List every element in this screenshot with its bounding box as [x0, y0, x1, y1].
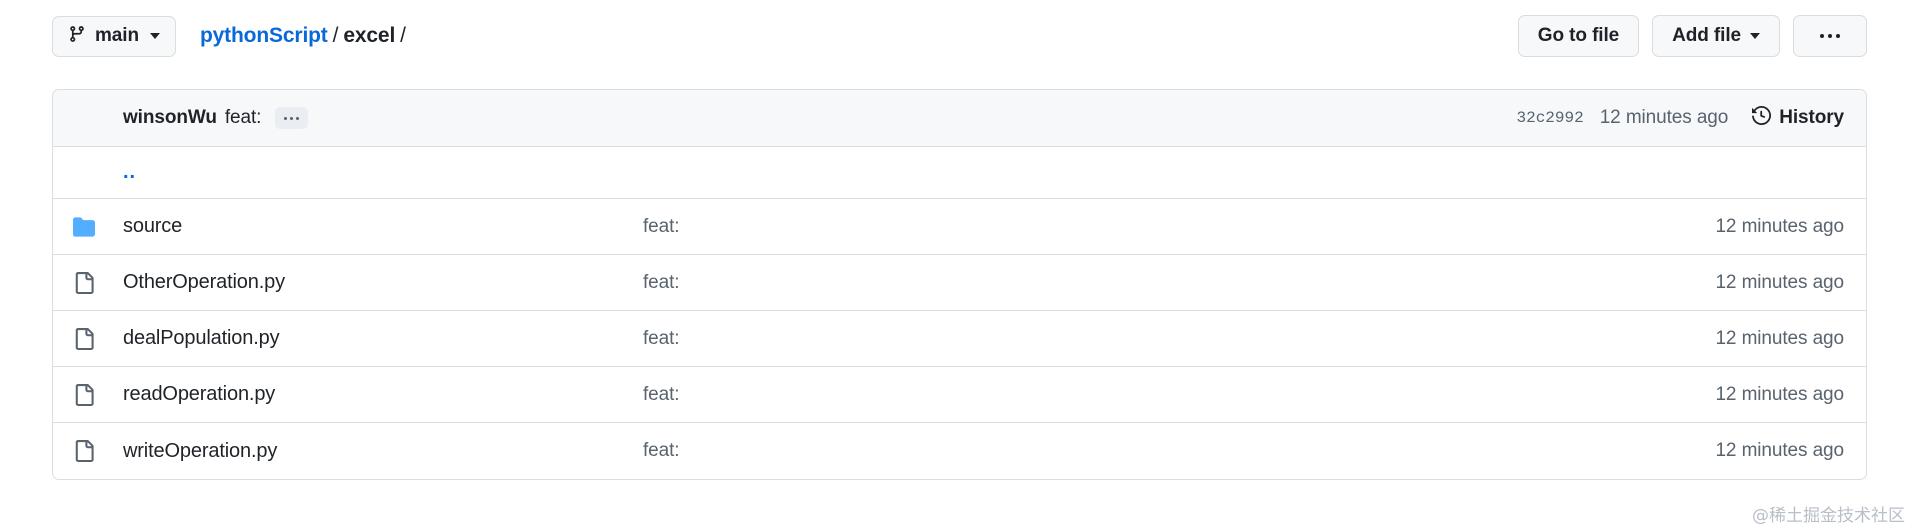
file-name[interactable]: OtherOperation.py	[123, 271, 643, 294]
file-commit-message[interactable]: feat:	[643, 216, 1584, 238]
file-icon	[53, 383, 123, 406]
file-commit-message[interactable]: feat:	[643, 440, 1584, 462]
file-timestamp: 12 minutes ago	[1715, 383, 1844, 405]
breadcrumb-separator-2: /	[400, 24, 406, 47]
chevron-down-icon	[149, 33, 160, 39]
commit-timestamp: 12 minutes ago	[1599, 107, 1729, 128]
commit-meta: 32c2992 12 minutes ago History	[1516, 105, 1844, 131]
add-file-button[interactable]: Add file	[1652, 15, 1780, 57]
file-icon	[53, 327, 123, 350]
file-name[interactable]: dealPopulation.py	[123, 327, 643, 350]
latest-commit-header: winsonWu feat: 32c2992 12 minutes ago Hi…	[53, 90, 1866, 147]
commit-sha[interactable]: 32c2992	[1516, 109, 1583, 127]
breadcrumb-separator-1: /	[332, 24, 339, 47]
file-rows: source feat: 12 minutes ago OtherOperati…	[53, 199, 1866, 479]
breadcrumb-repo-link[interactable]: pythonScript	[200, 24, 328, 47]
clock-history-icon	[1752, 105, 1772, 131]
expand-commit-message-button[interactable]	[275, 107, 309, 129]
file-timestamp: 12 minutes ago	[1715, 215, 1844, 237]
table-row[interactable]: writeOperation.py feat: 12 minutes ago	[53, 423, 1866, 479]
table-row[interactable]: readOperation.py feat: 12 minutes ago	[53, 367, 1866, 423]
parent-cell: ..	[53, 161, 136, 184]
file-timestamp: 12 minutes ago	[1715, 271, 1844, 293]
breadcrumb: pythonScript / excel /	[200, 24, 411, 48]
more-options-button[interactable]	[1793, 15, 1867, 57]
file-commit-message[interactable]: feat:	[643, 328, 1584, 350]
kebab-horizontal-icon	[1820, 34, 1840, 38]
watermark: @稀土掘金技术社区	[1752, 506, 1905, 526]
file-commit-message[interactable]: feat:	[643, 272, 1584, 294]
table-row[interactable]: source feat: 12 minutes ago	[53, 199, 1866, 255]
file-icon	[53, 271, 123, 294]
chevron-down-icon	[1750, 33, 1760, 39]
file-timestamp: 12 minutes ago	[1715, 440, 1844, 461]
branch-selector[interactable]: main	[52, 15, 176, 57]
table-row[interactable]: OtherOperation.py feat: 12 minutes ago	[53, 255, 1866, 311]
table-row[interactable]: dealPopulation.py feat: 12 minutes ago	[53, 311, 1866, 367]
branch-name: main	[95, 25, 139, 46]
repo-toolbar: main pythonScript / excel / Go to file Add …	[0, 0, 1919, 72]
parent-directory-row[interactable]: ..	[53, 147, 1866, 199]
file-commit-message[interactable]: feat:	[643, 384, 1584, 406]
git-branch-icon	[68, 25, 86, 48]
add-file-label: Add file	[1672, 25, 1741, 46]
folder-icon	[53, 216, 123, 238]
parent-directory-link[interactable]: ..	[123, 161, 136, 184]
history-label: History	[1779, 107, 1844, 128]
file-icon	[53, 440, 123, 462]
file-table-card: winsonWu feat: 32c2992 12 minutes ago Hi…	[52, 89, 1867, 480]
go-to-file-label: Go to file	[1537, 25, 1620, 46]
commit-message[interactable]: feat:	[225, 107, 262, 129]
file-name[interactable]: readOperation.py	[123, 383, 643, 406]
file-timestamp: 12 minutes ago	[1715, 327, 1844, 349]
commit-author[interactable]: winsonWu	[123, 107, 217, 129]
file-name[interactable]: writeOperation.py	[123, 440, 643, 463]
file-name[interactable]: source	[123, 215, 643, 238]
history-link[interactable]: History	[1752, 105, 1844, 131]
go-to-file-button[interactable]: Go to file	[1517, 15, 1640, 57]
toolbar-actions: Go to file Add file	[1517, 15, 1867, 57]
breadcrumb-dir-excel[interactable]: excel	[343, 24, 395, 47]
